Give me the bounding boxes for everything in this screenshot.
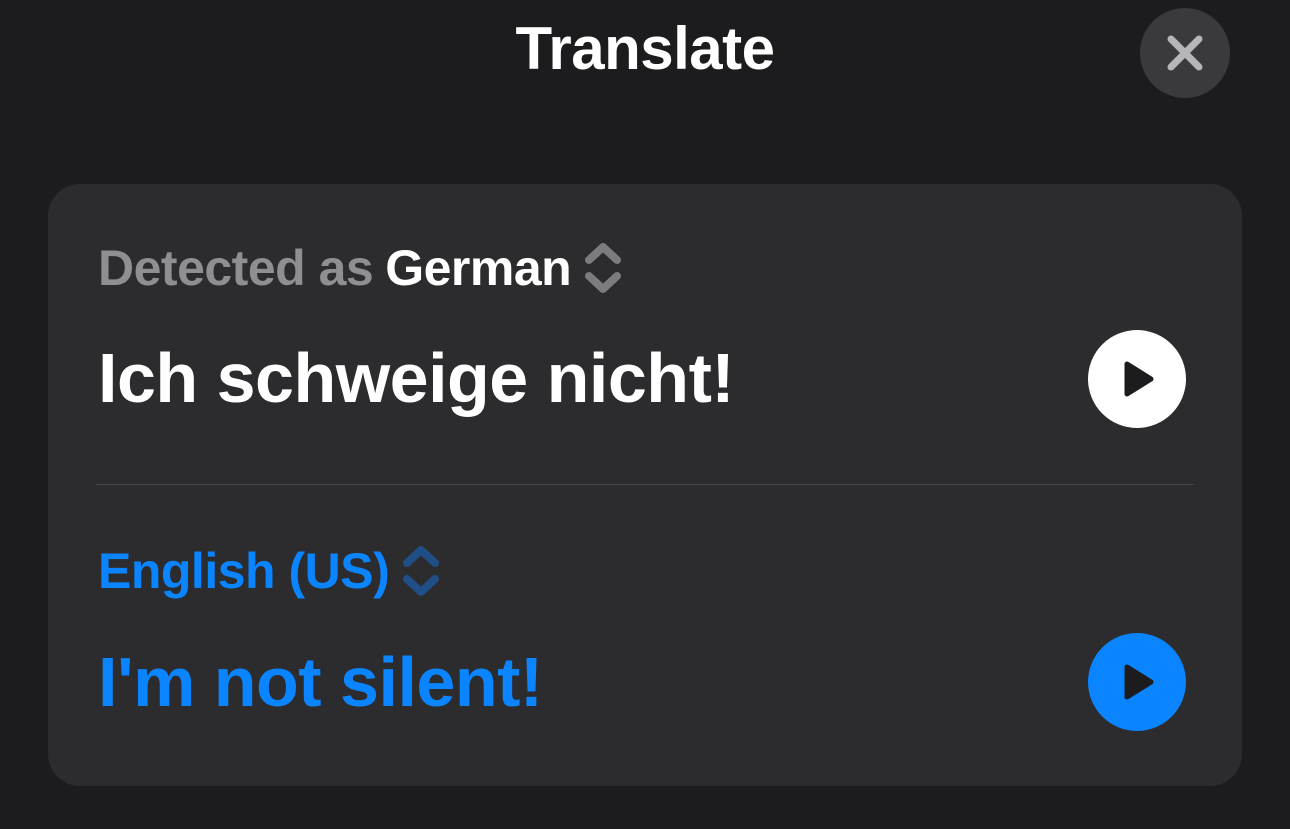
play-icon — [1124, 664, 1154, 700]
target-language-name: English (US) — [98, 543, 390, 599]
target-language-selector[interactable]: English (US) — [98, 539, 441, 603]
source-language-name: German — [385, 240, 572, 296]
chevron-up-down-icon — [583, 240, 623, 296]
play-icon — [1124, 361, 1154, 397]
close-icon — [1167, 35, 1203, 71]
page-title: Translate — [515, 15, 775, 82]
source-language-selector[interactable]: Detected as German — [98, 236, 623, 300]
divider — [96, 484, 1194, 485]
play-source-button[interactable] — [1088, 330, 1186, 428]
detected-as-label: Detected as — [98, 240, 374, 296]
translation-card: Detected as German Ich schweige nicht! E… — [48, 184, 1242, 786]
translate-sheet: Translate Detected as German Ich schweig… — [0, 0, 1290, 829]
source-text: Ich schweige nicht! — [98, 339, 735, 417]
close-button[interactable] — [1140, 8, 1230, 98]
translated-text: I'm not silent! — [98, 643, 543, 721]
play-translation-button[interactable] — [1088, 633, 1186, 731]
chevron-up-down-icon — [401, 543, 441, 599]
